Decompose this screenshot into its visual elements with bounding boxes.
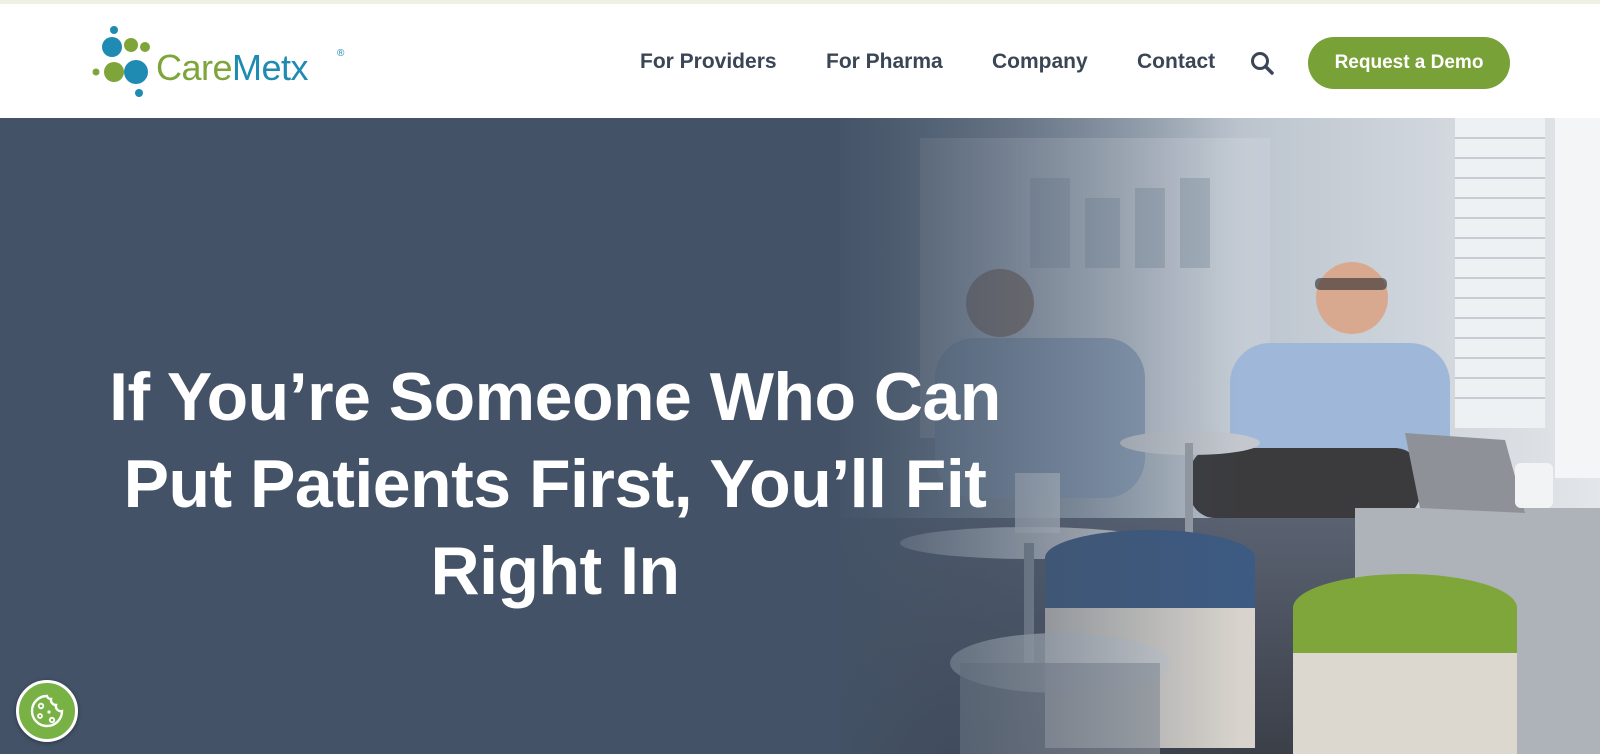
logo-wordmark: CareMetx: [156, 47, 309, 88]
registered-mark: ®: [337, 48, 345, 59]
hero-heading-line2: Put Patients First, You’ll Fit: [123, 445, 987, 522]
cookie-icon: [30, 694, 64, 728]
cookie-settings-button[interactable]: [16, 680, 78, 742]
nav-for-pharma[interactable]: For Pharma: [826, 44, 943, 80]
search-icon: [1251, 52, 1274, 75]
search-button[interactable]: [1248, 49, 1278, 79]
nav-for-providers[interactable]: For Providers: [640, 44, 777, 80]
hero-heading: If You’re Someone Who Can Put Patients F…: [75, 354, 1035, 615]
hero-heading-line3: Right In: [430, 532, 680, 609]
site-header: CareMetx ® For Providers For Pharma Comp…: [0, 4, 1600, 118]
nav-contact[interactable]: Contact: [1137, 44, 1215, 80]
logo-word-metx: Metx: [232, 47, 309, 88]
hero-section: If You’re Someone Who Can Put Patients F…: [0, 118, 1600, 754]
caremetx-logo[interactable]: CareMetx ®: [90, 24, 350, 104]
hero-heading-line1: If You’re Someone Who Can: [109, 358, 1001, 435]
request-demo-button[interactable]: Request a Demo: [1308, 37, 1510, 89]
nav-company[interactable]: Company: [992, 44, 1088, 80]
logo-word-care: Care: [156, 47, 233, 88]
